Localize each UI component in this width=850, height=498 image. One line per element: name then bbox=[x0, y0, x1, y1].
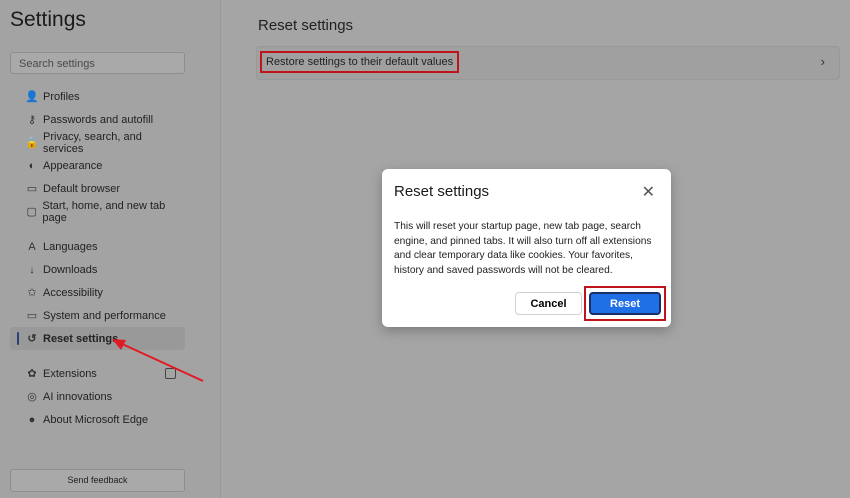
reset-dialog: Reset settings ✕ This will reset your st… bbox=[382, 169, 671, 327]
cancel-button[interactable]: Cancel bbox=[515, 292, 582, 315]
reset-button[interactable]: Reset bbox=[589, 292, 661, 315]
close-icon[interactable]: ✕ bbox=[642, 182, 655, 202]
dialog-message: This will reset your startup page, new t… bbox=[394, 221, 652, 276]
dialog-title: Reset settings bbox=[394, 183, 490, 200]
reset-highlight: Reset bbox=[584, 286, 666, 321]
